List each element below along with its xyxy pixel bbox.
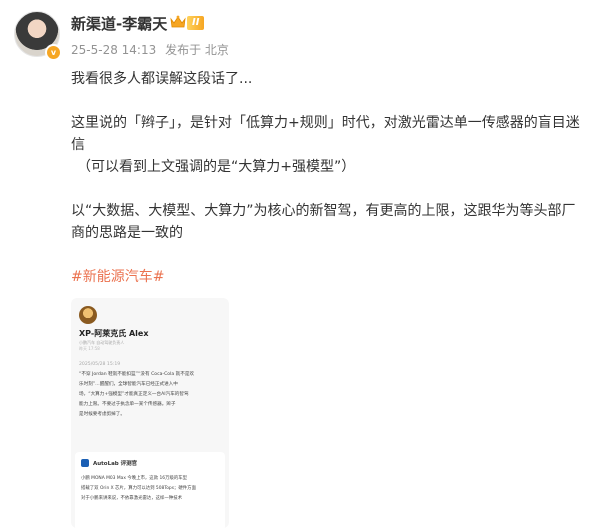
post-time[interactable]: 25-5-28 14:13 <box>71 43 156 57</box>
post-meta: 25-5-28 14:13 发布于 北京 <box>71 41 234 58</box>
card-line: 是时候要考虑剪掉了。 <box>79 412 125 417</box>
quoted-author-name: AutoLab 评测官 <box>93 461 138 467</box>
post-line: 我看很多人都误解这段话了... <box>71 71 253 87</box>
crown-icon <box>170 15 186 28</box>
card-author-name: XP-阿莱克氏 Alex <box>79 329 149 338</box>
level-badge: II <box>187 16 205 30</box>
post-line: （可以看到上文强调的是“大算力+强模型”） <box>77 159 356 175</box>
quoted-text: 小鹏 MONA M03 Max 今晚上市，这款 16万级的车型 搭载了双 Ori… <box>81 474 221 504</box>
post-source: 发布于 北京 <box>165 43 229 57</box>
card-avatar <box>79 306 97 324</box>
card-line: 场，“大算力+强模型”才能真正定义一台AI汽车的智驾 <box>79 392 189 397</box>
post-body: 我看很多人都误解这段话了... 这里说的「辫子」，是针对「低算力+规则」时代，对… <box>71 68 581 288</box>
quoted-line: 搭载了双 Orin X 芯片，算力可以达到 508Tops；硬件方面 <box>81 486 196 491</box>
quoted-line: 小鹏 MONA M03 Max 今晚上市，这款 16万级的车型 <box>81 476 188 481</box>
card-line: “不穿 Jordan 鞋就不能扣篮”“没有 Coca-Cola 就不是欢 <box>79 372 195 377</box>
quoted-post: AutoLab 评测官 小鹏 MONA M03 Max 今晚上市，这款 16万级… <box>75 452 225 528</box>
card-line: 能力上限。不要过于执念单一某个传感器。辫子 <box>79 402 176 407</box>
embedded-image[interactable]: XP-阿莱克氏 Alex 小鹏汽车 自动驾驶负责人 昨天 17:58 2025/… <box>71 298 229 528</box>
card-date: 2025/05/28 15:19 <box>79 362 121 367</box>
card-time: 昨天 17:58 <box>79 346 100 351</box>
card-line: 乐时刻”…醒醒们，全球智能汽车已经正式进入中 <box>79 382 178 387</box>
quoted-line: 对于小鹏来讲来说，不依靠激光雷达，这样一种技术 <box>81 496 182 501</box>
post-line: 以“大数据、大模型、大算力”为核心的新智驾，有更高的上限，这跟华为等头部厂商的思… <box>71 203 576 241</box>
verified-icon: v <box>45 44 62 61</box>
quoted-author-icon <box>81 459 89 467</box>
card-text: 2025/05/28 15:19 “不穿 Jordan 鞋就不能扣篮”“没有 C… <box>79 360 223 420</box>
author-name[interactable]: 新渠道-李霸天 <box>71 13 167 34</box>
post-line: 这里说的「辫子」，是针对「低算力+规则」时代，对激光雷达单一传感器的盲目迷信 <box>71 115 580 153</box>
hashtag-link[interactable]: #新能源汽车# <box>71 269 164 285</box>
